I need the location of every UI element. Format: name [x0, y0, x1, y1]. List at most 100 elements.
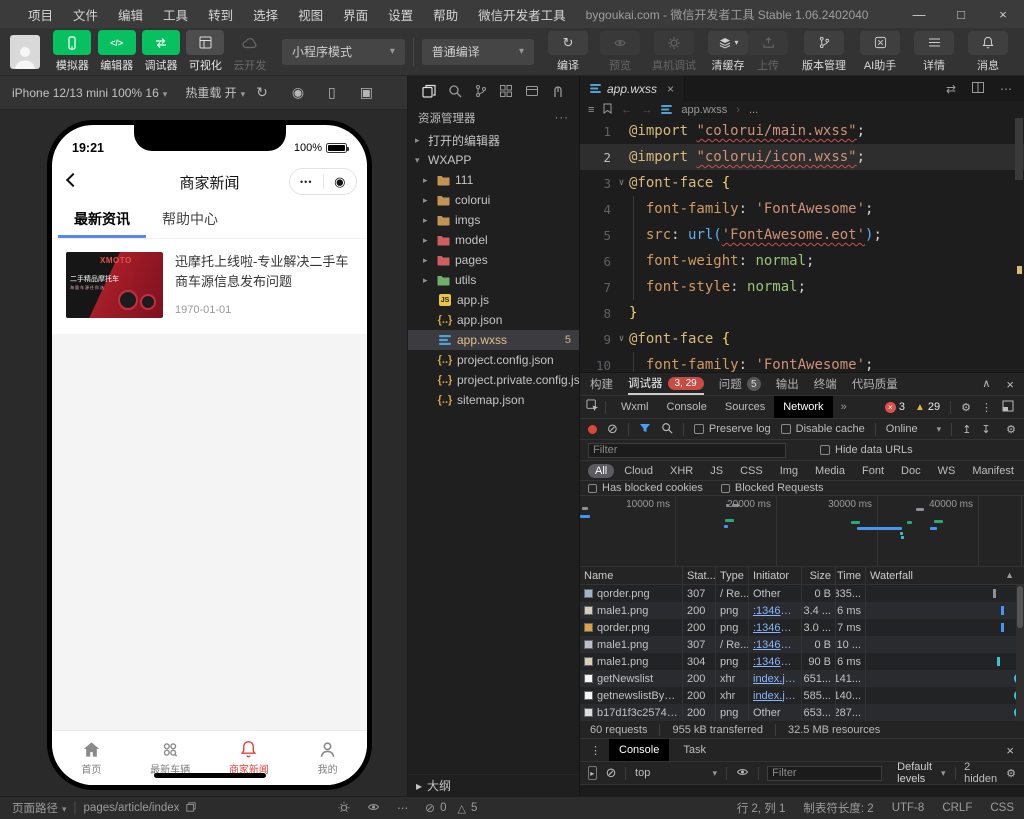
tree-item[interactable]: ▸ pages: [408, 250, 579, 270]
news-item[interactable]: XMOTO 二手精品摩托车 海量车源任你选 迅摩托上线啦-专业解决二手车商车源信…: [52, 239, 367, 334]
devtools-tab-console[interactable]: Console: [658, 396, 716, 418]
network-request-row[interactable]: getnewslistByCat... 200xhr index.js:1 585..…: [580, 687, 1024, 704]
column-header-name[interactable]: Name: [580, 567, 682, 584]
code-line[interactable]: 3 ∨ @font-face {: [580, 170, 1024, 196]
tab-app-wxss[interactable]: app.wxss ×: [580, 76, 686, 101]
eager-eval-icon[interactable]: ▸: [588, 766, 597, 780]
status-item[interactable]: 行 2, 列 1: [737, 800, 786, 816]
column-header-waterfall[interactable]: Waterfall: [865, 567, 1024, 584]
initiator-link[interactable]: index.js:1: [753, 673, 797, 685]
filter-pill-font[interactable]: Font: [855, 464, 891, 478]
tab-help-center[interactable]: 帮助中心: [146, 203, 234, 238]
filter-funnel-icon[interactable]: [639, 422, 651, 437]
menu-item[interactable]: 设置: [378, 5, 423, 24]
open-changes-icon[interactable]: ⇄: [946, 82, 956, 96]
messages-button[interactable]: 消息: [968, 30, 1009, 73]
mode-select[interactable]: 小程序模式 ▾: [281, 38, 405, 65]
menu-item[interactable]: 帮助: [423, 5, 468, 24]
filter-pill-all[interactable]: All: [588, 463, 615, 478]
more-actions-icon[interactable]: ⋯: [397, 801, 409, 815]
more-actions-icon[interactable]: ···: [555, 112, 570, 124]
collapse-panel-icon[interactable]: ∧: [982, 377, 990, 392]
debugger-toggle-button[interactable]: 调试器: [139, 30, 183, 73]
more-tabs-icon[interactable]: »: [833, 401, 855, 413]
log-levels-select[interactable]: Default levels ▾: [897, 761, 945, 785]
network-request-row[interactable]: b17d1f3c257467... 200png Other 653...287...: [580, 704, 1024, 721]
settings-gear-icon[interactable]: ⚙: [961, 401, 971, 414]
menu-item[interactable]: 界面: [333, 5, 378, 24]
column-header-time[interactable]: Time: [835, 567, 865, 584]
status-item[interactable]: UTF-8: [892, 802, 925, 814]
filter-pill-media[interactable]: Media: [808, 464, 852, 478]
network-request-row[interactable]: male1.png 304 png:13461/i... 90 B6 ms: [580, 653, 1024, 670]
code-line[interactable]: 6 font-weight: normal;: [580, 248, 1024, 274]
tree-item[interactable]: ▸ utils: [408, 270, 579, 290]
panel-tab-调试器[interactable]: 调试器 3, 29: [628, 373, 704, 395]
menu-item[interactable]: 文件: [63, 5, 108, 24]
hide-data-urls-checkbox[interactable]: Hide data URLs: [820, 444, 913, 456]
filter-pill-img[interactable]: Img: [773, 464, 805, 478]
initiator-link[interactable]: index.js:1: [753, 690, 797, 702]
error-count[interactable]: × 3: [884, 401, 905, 413]
close-panel-icon[interactable]: ×: [1006, 377, 1014, 392]
tree-item[interactable]: {..} sitemap.json: [408, 390, 579, 410]
network-timeline-overview[interactable]: 10000 ms 20000 ms 30000 ms 40000 ms: [580, 496, 1024, 567]
tabbar-home[interactable]: 首页: [52, 741, 131, 776]
grab-tool-icon[interactable]: [551, 84, 565, 98]
filter-pill-js[interactable]: JS: [703, 464, 730, 478]
code-line[interactable]: 5 src: url('FontAwesome.eot');: [580, 222, 1024, 248]
code-line[interactable]: 4 font-family: 'FontAwesome';: [580, 196, 1024, 222]
warning-count[interactable]: ▲ 29: [915, 401, 940, 413]
editor-toggle-button[interactable]: </> 编辑器: [95, 30, 139, 73]
table-scrollbar[interactable]: [1016, 585, 1024, 721]
tabbar-latest-cars[interactable]: 最新车辆: [131, 741, 210, 776]
tree-item[interactable]: ▸ model: [408, 230, 579, 250]
menu-item[interactable]: 工具: [153, 5, 198, 24]
more-actions-icon[interactable]: ⋯: [1000, 82, 1012, 96]
initiator-link[interactable]: :13461/...: [753, 639, 797, 651]
column-header-stat[interactable]: Stat...: [682, 567, 715, 584]
eye-icon[interactable]: [367, 801, 380, 816]
device-select[interactable]: iPhone 12/13 mini 100% 16 ▾: [12, 86, 167, 100]
panel-tab-输出[interactable]: 输出: [776, 373, 799, 395]
menu-item[interactable]: 项目: [18, 5, 63, 24]
visual-editor-button[interactable]: 可视化: [183, 30, 227, 73]
code-editor[interactable]: 1 @import "colorui/main.wxss"; 2 @import "c…: [580, 118, 1024, 372]
version-control-button[interactable]: 版本管理: [802, 30, 846, 73]
code-line[interactable]: 9 ∨ @font-face {: [580, 326, 1024, 352]
console-filter-input[interactable]: [767, 765, 883, 781]
kebab-menu-icon[interactable]: ⋮: [981, 401, 992, 414]
js-context-select[interactable]: top ▾: [635, 767, 717, 779]
nav-forward-icon[interactable]: →: [641, 104, 652, 116]
menu-item[interactable]: 视图: [288, 5, 333, 24]
extensions-icon[interactable]: [499, 84, 513, 98]
git-branch-icon[interactable]: [474, 84, 488, 98]
filter-pill-cloud[interactable]: Cloud: [617, 464, 660, 478]
close-button[interactable]: ×: [982, 0, 1024, 28]
upload-button[interactable]: 上传: [748, 30, 789, 73]
tree-item[interactable]: JS app.js: [408, 290, 579, 310]
tree-item[interactable]: ▸ imgs: [408, 210, 579, 230]
tree-item[interactable]: ▸ 打开的编辑器: [408, 130, 579, 150]
tab-console[interactable]: Console: [609, 739, 670, 761]
panel-tab-问题[interactable]: 问题 5: [719, 373, 761, 395]
copy-icon[interactable]: [186, 801, 197, 815]
code-line[interactable]: 1 @import "colorui/main.wxss";: [580, 118, 1024, 144]
menu-item[interactable]: 选择: [243, 5, 288, 24]
search-icon[interactable]: [448, 84, 462, 98]
inspect-element-icon[interactable]: [586, 399, 599, 415]
initiator-link[interactable]: :13461/i...: [753, 622, 797, 634]
network-request-row[interactable]: male1.png 307/ Re...:13461/... 0 B 10 ...: [580, 636, 1024, 653]
nav-back-icon[interactable]: ←: [621, 104, 632, 116]
tree-item[interactable]: app.wxss 5: [408, 330, 579, 350]
network-settings-gear-icon[interactable]: ⚙: [1006, 423, 1016, 436]
devtools-tab-network[interactable]: Network: [774, 396, 833, 418]
code-line[interactable]: 2 @import "colorui/icon.wxss";: [580, 144, 1024, 170]
column-header-size[interactable]: Size: [801, 567, 835, 584]
status-item[interactable]: 制表符长度: 2: [803, 800, 873, 816]
hot-reload-toggle[interactable]: 热重载 开 ▾: [185, 84, 245, 101]
network-request-row[interactable]: qorder.png 307/ Re... Other 0 B 335...: [580, 585, 1024, 602]
kebab-menu-icon[interactable]: ⋮: [586, 744, 605, 757]
tab-task[interactable]: Task: [673, 739, 716, 761]
column-header-type[interactable]: Type: [715, 567, 748, 584]
